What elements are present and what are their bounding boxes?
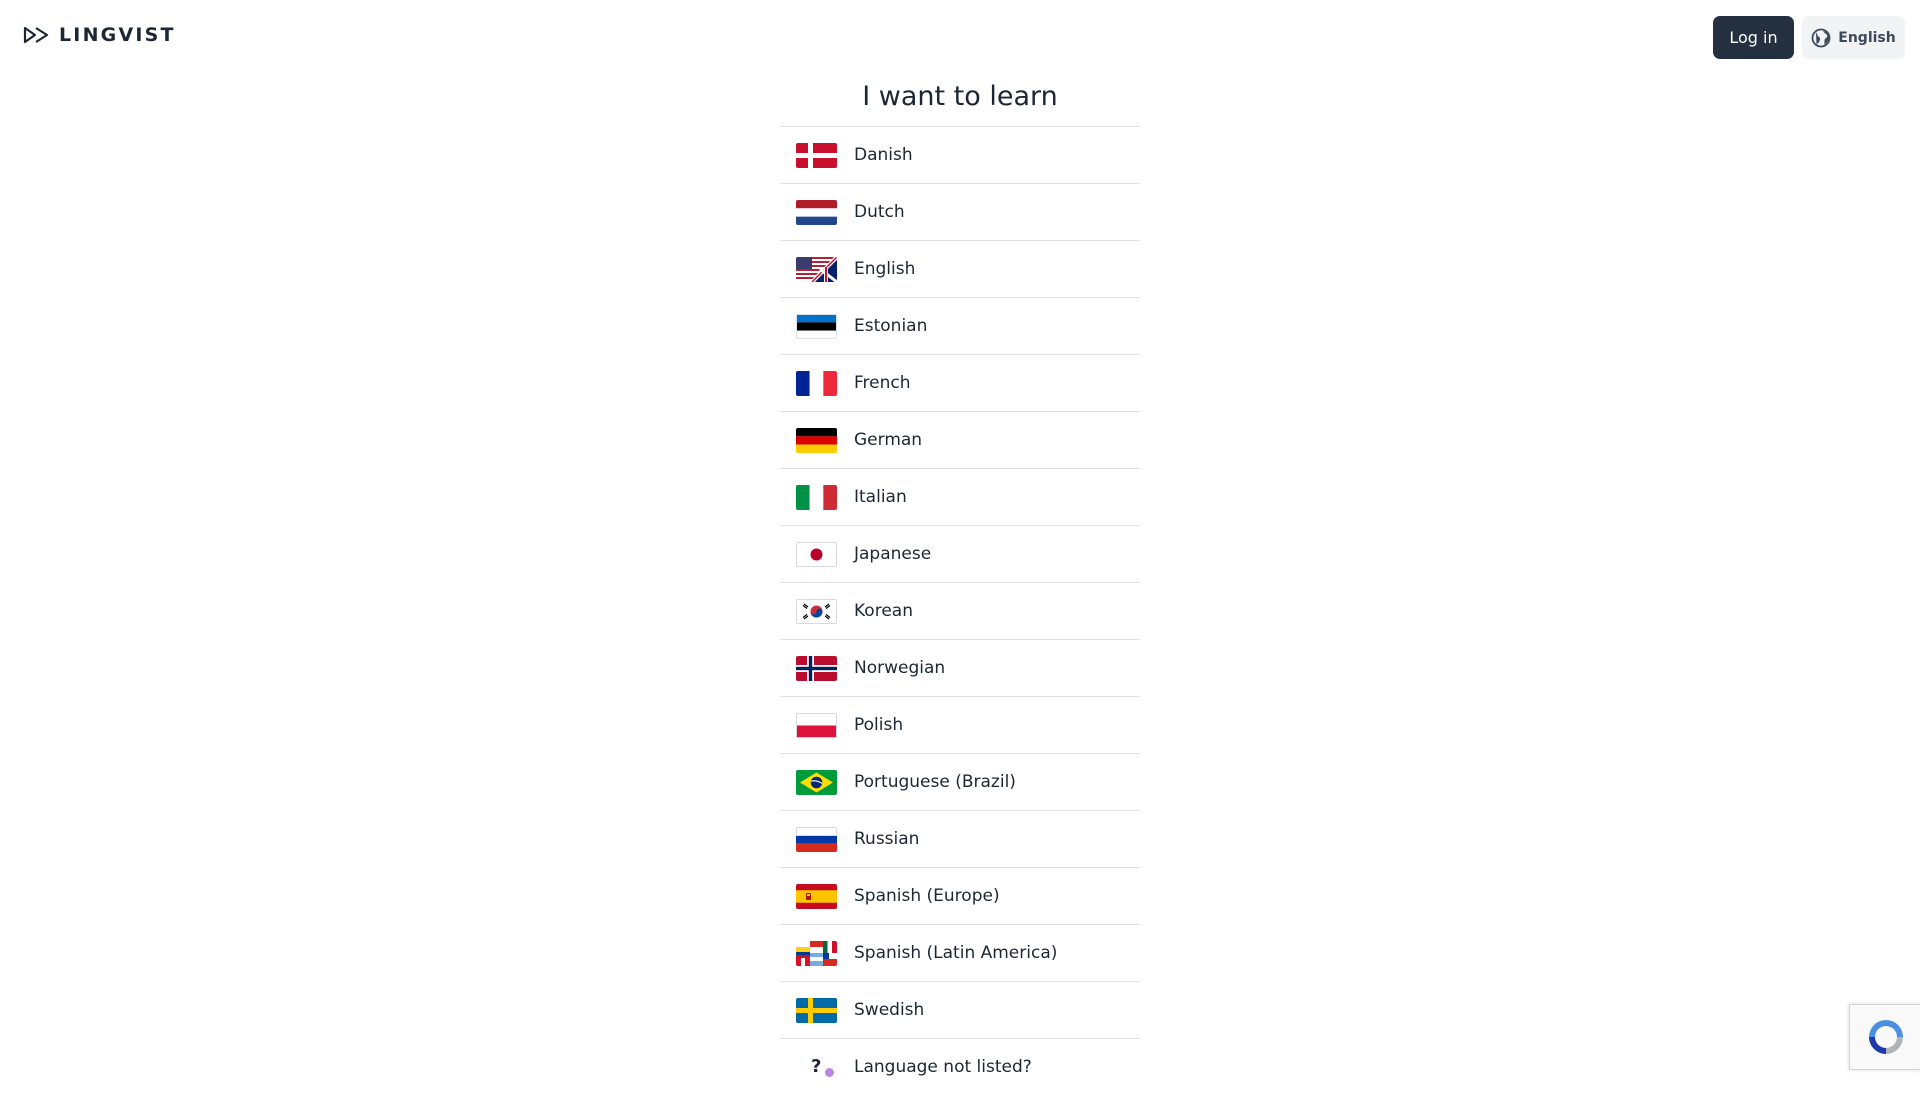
- italy-flag-icon: [796, 484, 837, 510]
- russia-flag-icon: [796, 826, 837, 852]
- language-label: Spanish (Europe): [854, 886, 1000, 906]
- language-label: Polish: [854, 715, 904, 735]
- language-label: German: [854, 430, 923, 450]
- denmark-flag-icon: [796, 142, 837, 168]
- page-title: I want to learn: [862, 81, 1058, 112]
- language-option-korean[interactable]: Korean: [780, 583, 1140, 640]
- spain-flag-icon: [796, 883, 837, 909]
- language-label: Korean: [854, 601, 913, 621]
- language-option-spanish-europe[interactable]: Spanish (Europe): [780, 868, 1140, 925]
- language-label: Norwegian: [854, 658, 946, 678]
- lingvist-logo[interactable]: LINGVIST: [23, 24, 176, 46]
- language-list: Danish Dutch English Estonian French Ger…: [780, 126, 1140, 1039]
- language-label: Japanese: [854, 544, 932, 564]
- language-label: Russian: [854, 829, 920, 849]
- language-option-dutch[interactable]: Dutch: [780, 184, 1140, 241]
- language-label: French: [854, 373, 911, 393]
- language-option-polish[interactable]: Polish: [780, 697, 1140, 754]
- language-not-listed-link[interactable]: ? Language not listed?: [780, 1039, 1140, 1095]
- ui-language-button[interactable]: English: [1802, 16, 1905, 59]
- sweden-flag-icon: [796, 997, 837, 1023]
- top-bar: LINGVIST Log in English: [0, 0, 1920, 76]
- language-option-italian[interactable]: Italian: [780, 469, 1140, 526]
- japan-flag-icon: [796, 541, 837, 567]
- netherlands-flag-icon: [796, 199, 837, 225]
- language-label: Estonian: [854, 316, 928, 336]
- language-label: Swedish: [854, 1000, 925, 1020]
- germany-flag-icon: [796, 427, 837, 453]
- poland-flag-icon: [796, 712, 837, 738]
- us-uk-flag-icon: [796, 256, 837, 282]
- language-option-estonian[interactable]: Estonian: [780, 298, 1140, 355]
- language-option-portuguese-brazil[interactable]: Portuguese (Brazil): [780, 754, 1140, 811]
- globe-icon: [1811, 28, 1831, 47]
- latin-america-flags-icon: [796, 940, 837, 966]
- language-label: Danish: [854, 145, 913, 165]
- norway-flag-icon: [796, 655, 837, 681]
- estonia-flag-icon: [796, 313, 837, 339]
- language-picker: I want to learn Danish Dutch English Est…: [780, 78, 1140, 1095]
- language-option-russian[interactable]: Russian: [780, 811, 1140, 868]
- language-option-norwegian[interactable]: Norwegian: [780, 640, 1140, 697]
- question-mark-icon: ?: [796, 1055, 837, 1080]
- login-button[interactable]: Log in: [1713, 16, 1794, 59]
- france-flag-icon: [796, 370, 837, 396]
- recaptcha-badge[interactable]: [1849, 1004, 1920, 1070]
- ui-language-label: English: [1838, 29, 1896, 46]
- lingvist-logo-icon: [23, 26, 49, 44]
- language-label: Italian: [854, 487, 907, 507]
- logo-text: LINGVIST: [59, 24, 176, 46]
- language-option-english[interactable]: English: [780, 241, 1140, 298]
- language-label: Dutch: [854, 202, 905, 222]
- korea-flag-icon: [796, 598, 837, 624]
- language-option-japanese[interactable]: Japanese: [780, 526, 1140, 583]
- language-option-french[interactable]: French: [780, 355, 1140, 412]
- language-option-german[interactable]: German: [780, 412, 1140, 469]
- brazil-flag-icon: [796, 769, 837, 795]
- language-option-danish[interactable]: Danish: [780, 127, 1140, 184]
- language-label: English: [854, 259, 916, 279]
- language-option-spanish-latin-america[interactable]: Spanish (Latin America): [780, 925, 1140, 982]
- not-listed-label: Language not listed?: [854, 1057, 1032, 1077]
- language-label: Portuguese (Brazil): [854, 772, 1016, 792]
- recaptcha-icon: [1868, 1020, 1903, 1054]
- language-option-swedish[interactable]: Swedish: [780, 982, 1140, 1039]
- language-label: Spanish (Latin America): [854, 943, 1058, 963]
